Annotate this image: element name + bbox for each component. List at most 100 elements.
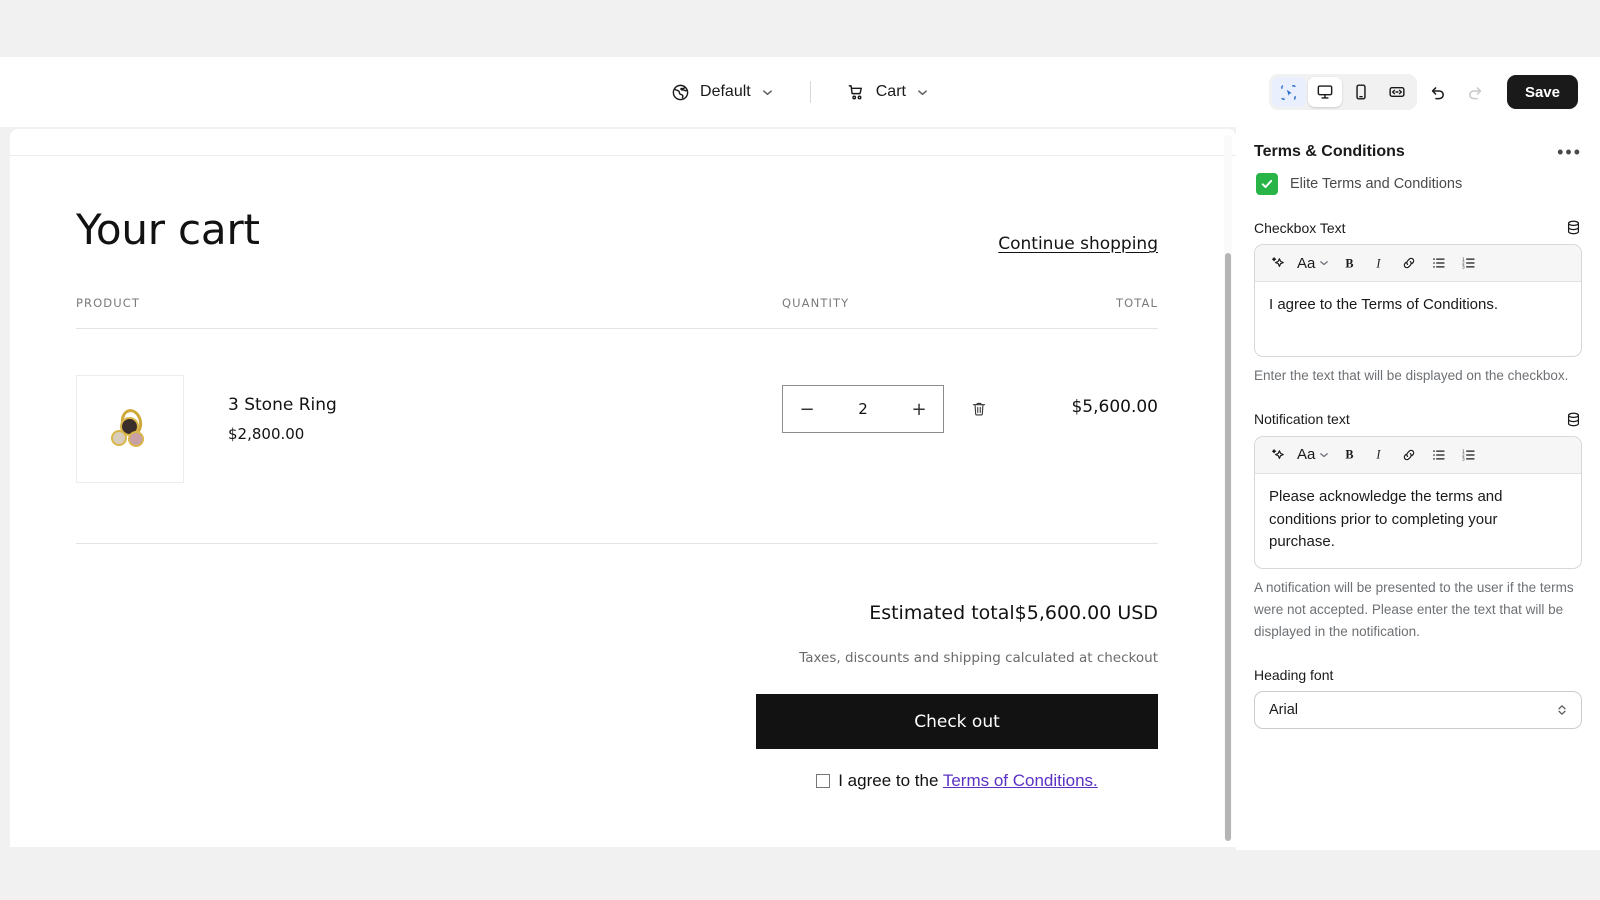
block-enabled-checkbox[interactable] (1256, 173, 1278, 195)
theme-selector-label: Default (700, 83, 751, 100)
svg-text:3: 3 (1462, 264, 1465, 269)
svg-text:B: B (1345, 448, 1353, 462)
viewport-toggle-group (1268, 74, 1417, 110)
checkout-button-label: Check out (914, 711, 1000, 732)
theme-selector[interactable]: Default (661, 77, 784, 108)
cart-container: Your cart Continue shopping PRODUCT QUAN… (76, 205, 1158, 791)
heading-font-label: Heading font (1254, 666, 1334, 683)
notification-text-input[interactable]: Please acknowledge the terms and conditi… (1255, 474, 1581, 568)
redo-button[interactable] (1459, 76, 1493, 108)
terms-agreement-row: I agree to the Terms of Conditions. (756, 771, 1158, 791)
cart-item-quantity-cell: − 2 + (782, 375, 1052, 433)
chevron-down-icon (1318, 257, 1330, 269)
fullscreen-view-button[interactable] (1380, 77, 1414, 107)
cart-icon (847, 83, 866, 102)
undo-button[interactable] (1421, 76, 1455, 108)
font-style-label: Aa (1297, 446, 1316, 464)
product-thumbnail[interactable] (76, 375, 184, 483)
heading-font-value: Arial (1269, 701, 1299, 718)
font-style-dropdown[interactable]: Aa (1293, 250, 1334, 276)
field-header: Notification text (1254, 411, 1582, 428)
sidebar-header: Terms & Conditions ••• (1254, 143, 1582, 161)
ai-sparkle-icon[interactable] (1263, 442, 1293, 468)
numbered-list-button[interactable]: 1 2 3 (1454, 250, 1484, 276)
chevron-up-down-icon (1555, 703, 1569, 717)
field-heading-font: Heading font Arial (1254, 667, 1582, 729)
chevron-down-icon (916, 86, 929, 99)
window-chrome-band (0, 0, 1600, 57)
product-info: 3 Stone Ring $2,800.00 (228, 375, 337, 443)
terms-agreement-text: I agree to the Terms of Conditions. (838, 771, 1098, 791)
column-header-product: PRODUCT (76, 296, 141, 310)
store-preview-frame: Your cart Continue shopping PRODUCT QUAN… (10, 129, 1236, 847)
svg-text:I: I (1375, 256, 1381, 270)
tax-note: Taxes, discounts and shipping calculated… (799, 650, 1158, 666)
notification-text-help: A notification will be presented to the … (1254, 580, 1574, 639)
globe-icon (671, 83, 690, 102)
settings-sidebar: Terms & Conditions ••• Elite Terms and C… (1236, 127, 1600, 850)
svg-text:B: B (1345, 256, 1353, 270)
product-unit-price: $2,800.00 (228, 425, 305, 443)
page-selector[interactable]: Cart (837, 77, 939, 108)
bold-button[interactable]: B (1334, 442, 1364, 468)
block-toggle-row[interactable]: Elite Terms and Conditions (1254, 173, 1582, 195)
preview-scrollbar-thumb[interactable] (1225, 253, 1231, 841)
desktop-view-button[interactable] (1307, 77, 1342, 107)
editor-toolbar: Aa B I 1 2 3 (1255, 245, 1581, 282)
storefront-cart-page: Your cart Continue shopping PRODUCT QUAN… (10, 129, 1220, 847)
chevron-down-icon (1318, 449, 1330, 461)
editor-topbar: Default Cart Save (0, 57, 1600, 127)
terms-agreement-checkbox[interactable] (816, 774, 831, 788)
italic-button[interactable]: I (1364, 442, 1394, 468)
rich-text-editor-checkbox-text: Aa B I 1 2 3 I agree to the Terms of Con… (1254, 244, 1582, 357)
quantity-value[interactable]: 2 (858, 400, 868, 418)
table-row: 3 Stone Ring $2,800.00 − 2 + $5,600.00 (76, 329, 1158, 544)
font-style-dropdown[interactable]: Aa (1293, 442, 1334, 468)
metafield-database-icon[interactable] (1565, 411, 1582, 428)
preview-scrollbar-track[interactable] (1224, 135, 1232, 841)
chevron-down-icon (761, 86, 774, 99)
bold-button[interactable]: B (1334, 250, 1364, 276)
cart-item-product-cell: 3 Stone Ring $2,800.00 (76, 375, 782, 483)
select-tool-button[interactable] (1271, 77, 1306, 107)
product-title[interactable]: 3 Stone Ring (228, 395, 337, 415)
cart-item-line-total: $5,600.00 (1071, 397, 1158, 417)
more-options-icon[interactable]: ••• (1557, 143, 1582, 161)
continue-shopping-link[interactable]: Continue shopping (998, 234, 1158, 254)
font-style-label: Aa (1297, 254, 1316, 272)
cart-header: Your cart Continue shopping (76, 205, 1158, 254)
page-title: Your cart (76, 205, 260, 254)
mobile-view-button[interactable] (1344, 77, 1378, 107)
link-button[interactable] (1394, 442, 1424, 468)
save-button[interactable]: Save (1506, 75, 1578, 109)
column-header-total: TOTAL (1116, 296, 1158, 310)
field-header: Checkbox Text (1254, 219, 1582, 236)
estimated-total-row: Estimated total$5,600.00 USD (76, 602, 1158, 624)
checkbox-text-help: Enter the text that will be displayed on… (1254, 368, 1569, 383)
field-notification-text: Notification text Aa B I 1 2 3 Please ac… (1254, 411, 1582, 643)
save-button-label: Save (1524, 83, 1560, 101)
remove-item-button[interactable] (970, 400, 988, 418)
terms-of-conditions-link[interactable]: Terms of Conditions. (943, 771, 1098, 790)
svg-text:3: 3 (1462, 456, 1465, 461)
heading-font-select[interactable]: Arial (1254, 690, 1582, 729)
ai-sparkle-icon[interactable] (1263, 250, 1293, 276)
checkbox-text-input[interactable]: I agree to the Terms of Conditions. (1255, 282, 1581, 356)
estimated-total-label: Estimated total (869, 602, 1015, 624)
metafield-database-icon[interactable] (1565, 219, 1582, 236)
bulleted-list-button[interactable] (1424, 442, 1454, 468)
field-checkbox-text: Checkbox Text Aa B I 1 2 3 I agree to th… (1254, 219, 1582, 387)
numbered-list-button[interactable]: 1 2 3 (1454, 442, 1484, 468)
editor-toolbar: Aa B I 1 2 3 (1255, 436, 1581, 474)
bulleted-list-button[interactable] (1424, 250, 1454, 276)
cart-totals: Estimated total$5,600.00 USD Taxes, disc… (76, 602, 1158, 791)
sidebar-title: Terms & Conditions (1254, 143, 1405, 160)
italic-button[interactable]: I (1364, 250, 1394, 276)
quantity-stepper: − 2 + (782, 385, 944, 433)
quantity-decrease-button[interactable]: − (783, 386, 831, 432)
checkout-button[interactable]: Check out (756, 694, 1158, 749)
link-button[interactable] (1394, 250, 1424, 276)
page-selector-label: Cart (875, 83, 906, 100)
rich-text-editor-notification-text: Aa B I 1 2 3 Please acknowledge the term… (1254, 435, 1582, 570)
quantity-increase-button[interactable]: + (895, 386, 943, 432)
